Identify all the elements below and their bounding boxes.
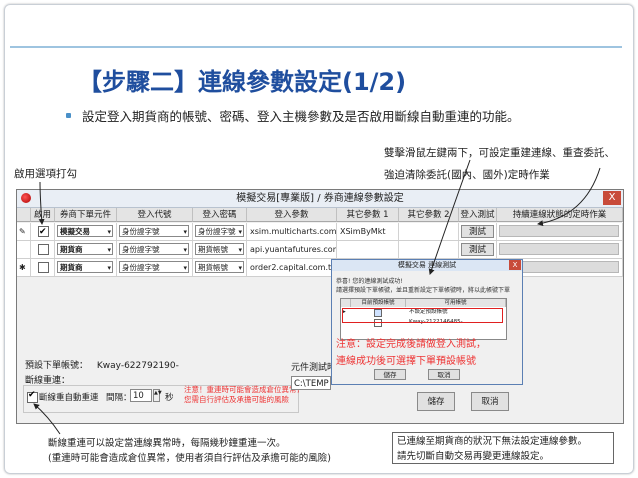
arrow-enable	[38, 181, 45, 225]
note-bottom-left-line2: (重連時可能會造成倉位異常，使用者須自行評估及承擔可能的風險)	[48, 453, 331, 464]
note-bottom-right: 已連線至期貨商的狀況下無法設定連線參數。 請先切斷自動交易再變更連線設定。	[392, 432, 614, 464]
note-bottom-right-line1: 已連線至期貨商的狀況下無法設定連線參數。	[397, 436, 588, 447]
note-bottom-right-line2: 請先切斷自動交易再變更連線設定。	[397, 451, 550, 462]
callout-arrows	[33, 159, 601, 435]
arrow-popup	[428, 159, 471, 275]
arrow-reconnect	[33, 403, 61, 435]
note-bottom-left-line1: 斷線重連可以設定當連線異常時，每隔幾秒鐘重連一次。	[48, 438, 286, 449]
arrow-schedule	[537, 167, 601, 227]
note-bottom-left: 斷線重連可以設定當連線異常時，每隔幾秒鐘重連一次。 (重連時可能會造成倉位異常，…	[48, 436, 331, 466]
